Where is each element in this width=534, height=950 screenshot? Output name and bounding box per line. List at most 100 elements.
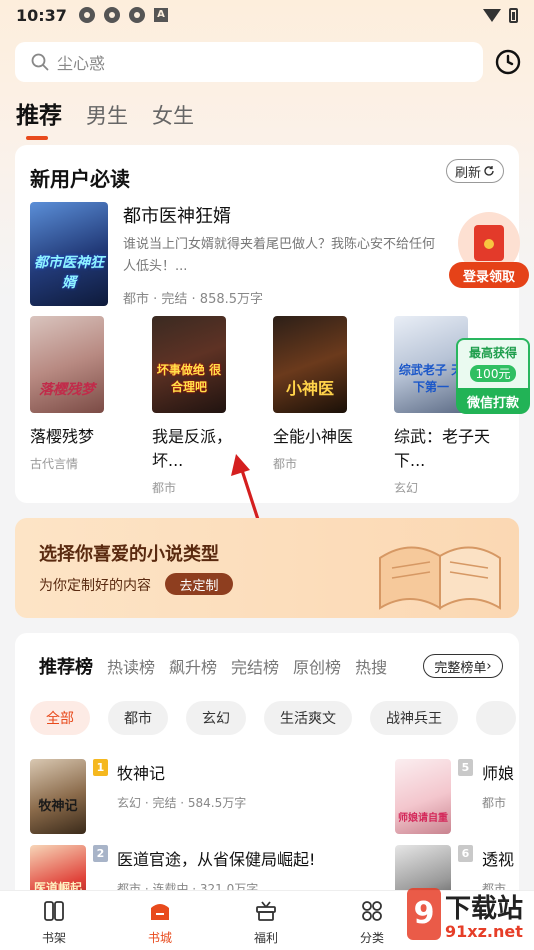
rank-book-title[interactable]: 牧神记 [117,760,165,784]
nav-bookshelf[interactable]: 书架 [24,899,84,946]
book-cover: 牧神记 [30,759,86,834]
wechat-promo-line1: 最高获得 [468,346,517,360]
wechat-promo-box: 最高获得 100元 [456,338,530,390]
rank-book-title[interactable]: 医道官途，从省保健局崛起! [117,846,315,870]
notification-a-icon: A [153,8,168,22]
book-cover: 坏事做绝 很合理吧 [152,316,226,413]
nav-label: 分类 [359,931,384,945]
red-envelope-icon [474,225,504,261]
customize-banner[interactable]: 选择你喜爱的小说类型 为你定制好的内容 去定制 [15,518,519,618]
book-cover: 小神医 [273,316,347,413]
search-input[interactable]: 尘心惑 [15,42,483,82]
wechat-cash-promo[interactable]: 最高获得 100元 微信打款 [456,338,530,414]
login-reward-label: 登录领取 [449,262,529,288]
rank-book-title[interactable]: 透视 [482,846,514,870]
search-placeholder: 尘心惑 [57,54,106,73]
battery-icon [509,7,518,23]
notification-gear-icon [78,7,95,23]
rank-badge: 5 [458,759,473,776]
nav-label: 书城 [147,931,172,945]
book-category: 古代言情 [30,457,79,471]
tab-female[interactable]: 女生 [152,100,194,130]
customize-button[interactable]: 去定制 [165,573,233,595]
cover-title: 牧神记 [38,799,78,814]
cover-title: 坏事做绝 很合理吧 [156,363,222,394]
banner-title: 选择你喜爱的小说类型 [39,544,219,565]
category-pill[interactable]: 生活爽文 [264,701,352,735]
rank-tab[interactable]: 原创榜 [293,654,341,678]
rank-book-meta: 都市 [482,796,507,810]
tab-male[interactable]: 男生 [86,100,128,130]
book-title: 综武：老子天下... [394,427,491,470]
book-title: 全能小神医 [273,427,354,446]
login-reward-promo[interactable]: 登录领取 [449,212,529,288]
featured-book-meta: 都市 · 完结 · 858.5万字 [123,292,264,307]
rank-tab[interactable]: 飙升榜 [169,654,217,678]
watermark-logo-icon: 9 [407,888,441,940]
new-user-section: 新用户必读 刷新 都市医神狂婿 都市医神狂婿 谁说当上门女婿就得夹着尾巴做人？我… [15,145,519,503]
rank-tab[interactable]: 热搜 [355,654,387,678]
wechat-promo-amount: 100元 [469,365,517,382]
rank-list-item[interactable]: 师娘请自重 [395,759,451,834]
category-pill[interactable]: 战神兵王 [370,701,458,735]
rank-tab[interactable]: 推荐榜 [39,653,93,679]
gift-icon [256,901,276,921]
category-pills: 全部 都市 玄幻 生活爽文 战神兵王 [30,701,516,735]
rank-tab[interactable]: 完结榜 [231,654,279,678]
rank-badge: 2 [93,845,108,862]
gender-tabs: 推荐 男生 女生 [16,96,194,140]
book-cover: 落樱残梦 [30,316,104,413]
search-icon [31,53,49,71]
history-clock-icon[interactable] [494,48,522,76]
rank-badge: 1 [93,759,108,776]
status-bar: 10:37 A [0,0,534,30]
nav-category[interactable]: 分类 [342,899,402,946]
cover-title: 小神医 [285,379,334,398]
notification-gear-icon [128,7,145,23]
rank-book-meta: 玄幻 · 完结 · 584.5万字 [117,796,247,810]
category-pill[interactable] [476,701,516,735]
cover-title: 都市医神狂婿 [34,255,104,291]
book-item[interactable]: 落樱残梦 落樱残梦 古代言情 [30,316,140,472]
refresh-icon [484,166,494,176]
nav-label: 书架 [41,931,66,945]
category-pill[interactable]: 全部 [30,701,90,735]
rank-list-item[interactable]: 牧神记 [30,759,86,834]
wifi-icon [483,8,501,22]
book-category: 都市 [273,457,298,471]
category-pill[interactable]: 都市 [108,701,168,735]
book-category: 玄幻 [394,481,419,495]
cover-title: 师娘请自重 [398,813,448,824]
book-title: 落樱残梦 [30,427,95,446]
featured-book-cover[interactable]: 都市医神狂婿 [30,202,108,306]
full-ranking-label: 完整榜单 [434,660,487,676]
section-title: 新用户必读 [30,167,130,191]
nav-welfare[interactable]: 福利 [236,899,296,946]
bookshelf-icon [44,901,64,921]
cover-title: 落樱残梦 [39,382,95,398]
refresh-button[interactable]: 刷新 [446,159,504,183]
bookstore-icon [151,904,169,920]
refresh-label: 刷新 [454,165,481,181]
featured-book-title[interactable]: 都市医神狂婿 [123,202,231,228]
banner-subtitle: 为你定制好的内容 [39,578,151,594]
rank-badge: 6 [458,845,473,862]
chevron-right-icon: › [486,658,492,674]
status-time: 10:37 [16,5,67,25]
site-watermark: 9 下载站 91xz.net [405,886,534,950]
book-item[interactable]: 小神医 全能小神医 都市 [273,316,383,472]
open-book-icon [379,546,501,610]
wechat-promo-button: 微信打款 [456,388,530,414]
book-cover: 师娘请自重 [395,759,451,834]
full-ranking-button[interactable]: 完整榜单 › [423,654,503,678]
rank-tab[interactable]: 热读榜 [107,654,155,678]
category-pill[interactable]: 玄幻 [186,701,246,735]
nav-label: 福利 [253,931,278,945]
nav-bookstore[interactable]: 书城 [130,899,190,946]
category-icon [362,901,382,921]
tab-recommend[interactable]: 推荐 [16,96,62,140]
featured-book-description: 谁说当上门女婿就得夹着尾巴做人？我陈心安不给任何人低头！... [123,237,436,274]
ranking-tabs: 推荐榜 热读榜 飙升榜 完结榜 原创榜 热搜 [39,653,387,679]
rank-book-title[interactable]: 师娘 [482,760,514,784]
watermark-url: 91xz.net [445,922,523,941]
